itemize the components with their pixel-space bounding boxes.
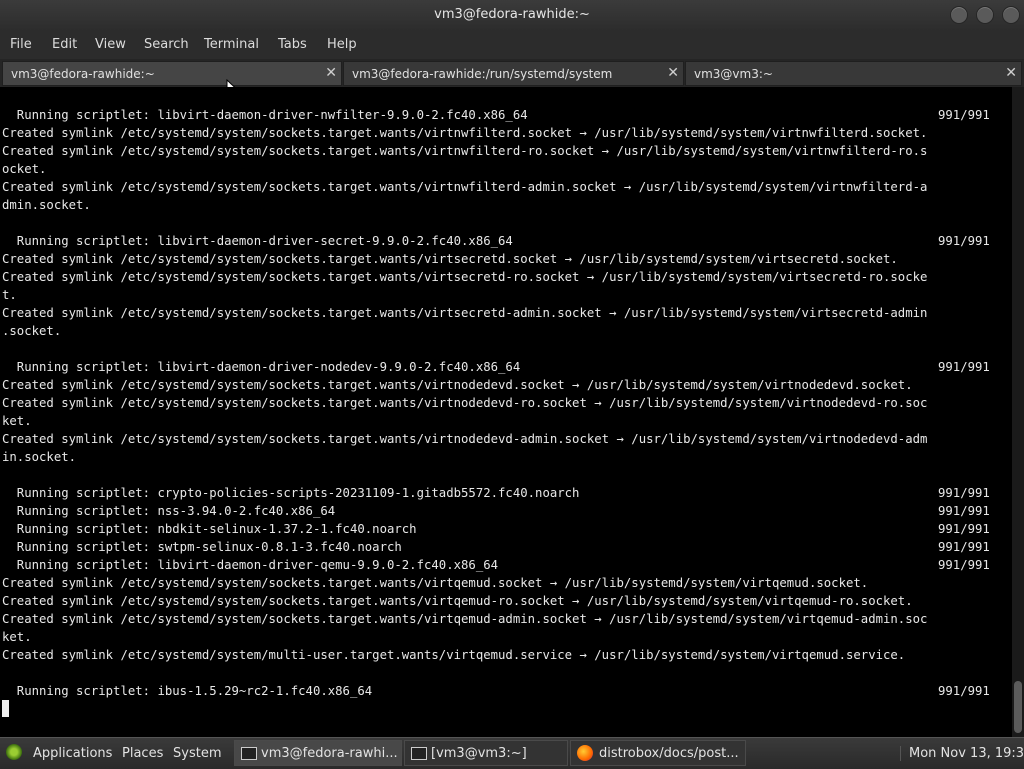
- taskbar: Applications Places System vm3@fedora-ra…: [0, 737, 1024, 769]
- terminal-line: .socket.: [2, 324, 62, 338]
- menu-file[interactable]: File: [10, 37, 32, 52]
- task-label: [vm3@vm3:~]: [431, 746, 527, 761]
- terminal-line: Running scriptlet: crypto-policies-scrip…: [2, 486, 580, 500]
- menu-terminal[interactable]: Terminal: [204, 37, 259, 52]
- progress-counter: 991/991: [938, 360, 990, 374]
- terminal-line: Running scriptlet: nbdkit-selinux-1.37.2…: [2, 522, 417, 536]
- window-title: vm3@fedora-rawhide:~: [434, 7, 590, 22]
- system-menu[interactable]: System: [173, 746, 221, 761]
- tab-label: vm3@fedora-rawhide:~: [11, 67, 155, 81]
- task-label: distrobox/docs/post...: [599, 746, 739, 761]
- terminal-line: Created symlink /etc/systemd/system/sock…: [2, 270, 928, 284]
- places-menu[interactable]: Places: [122, 746, 163, 761]
- terminal-line: Created symlink /etc/systemd/system/sock…: [2, 432, 928, 446]
- tab-2[interactable]: vm3@fedora-rawhide:/run/systemd/system ✕: [343, 61, 684, 86]
- progress-counter: 991/991: [938, 540, 990, 554]
- clock[interactable]: Mon Nov 13, 19:34: [900, 746, 1024, 761]
- window-titlebar[interactable]: vm3@fedora-rawhide:~: [0, 0, 1024, 31]
- menu-view[interactable]: View: [95, 37, 126, 52]
- terminal-line: Running scriptlet: libvirt-daemon-driver…: [2, 558, 499, 572]
- tab-label: vm3@vm3:~: [694, 67, 773, 81]
- menu-search[interactable]: Search: [144, 37, 189, 52]
- terminal-line: Running scriptlet: libvirt-daemon-driver…: [2, 108, 528, 122]
- terminal-line: Created symlink /etc/systemd/system/sock…: [2, 180, 928, 194]
- close-icon[interactable]: ✕: [1005, 65, 1017, 81]
- menu-edit[interactable]: Edit: [52, 37, 77, 52]
- terminal-line: dmin.socket.: [2, 198, 91, 212]
- terminal-line: Created symlink /etc/systemd/system/sock…: [2, 126, 928, 140]
- terminal-scrollbar[interactable]: [1012, 87, 1024, 737]
- terminal-line: in.socket.: [2, 450, 77, 464]
- progress-counter: 991/991: [938, 486, 990, 500]
- fedora-logo-icon[interactable]: [6, 744, 22, 760]
- menubar: File Edit View Search Terminal Tabs Help: [0, 31, 1024, 59]
- terminal-line: Created symlink /etc/systemd/system/sock…: [2, 306, 928, 320]
- terminal-line: Running scriptlet: libvirt-daemon-driver…: [2, 360, 521, 374]
- terminal-line: Created symlink /etc/systemd/system/sock…: [2, 144, 928, 158]
- task-label: vm3@fedora-rawhi...: [261, 746, 398, 761]
- progress-counter: 991/991: [938, 504, 990, 518]
- minimize-button[interactable]: [950, 6, 968, 24]
- terminal-line: Running scriptlet: nss-3.94.0-2.fc40.x86…: [2, 504, 336, 518]
- maximize-button[interactable]: [976, 6, 994, 24]
- terminal-line: Created symlink /etc/systemd/system/sock…: [2, 576, 869, 590]
- tab-label: vm3@fedora-rawhide:/run/systemd/system: [352, 67, 613, 81]
- menu-tabs[interactable]: Tabs: [278, 37, 307, 52]
- terminal-line: ket.: [2, 414, 32, 428]
- terminal-line: Created symlink /etc/systemd/system/sock…: [2, 612, 928, 626]
- task-button-firefox[interactable]: distrobox/docs/post...: [570, 740, 746, 766]
- tab-bar: vm3@fedora-rawhide:~ ✕ vm3@fedora-rawhid…: [0, 59, 1024, 88]
- terminal-line: Created symlink /etc/systemd/system/sock…: [2, 396, 928, 410]
- menu-help[interactable]: Help: [327, 37, 357, 52]
- tab-3[interactable]: vm3@vm3:~ ✕: [685, 61, 1022, 86]
- close-icon[interactable]: ✕: [667, 65, 679, 81]
- terminal-line: Running scriptlet: libvirt-daemon-driver…: [2, 234, 513, 248]
- terminal-icon: [241, 747, 257, 760]
- terminal-line: Running scriptlet: ibus-1.5.29~rc2-1.fc4…: [2, 684, 373, 698]
- progress-counter: 991/991: [938, 522, 990, 536]
- terminal-line: ocket.: [2, 162, 47, 176]
- terminal-line: ket.: [2, 630, 32, 644]
- progress-counter: 991/991: [938, 108, 990, 122]
- close-window-button[interactable]: [1002, 6, 1020, 24]
- progress-counter: 991/991: [938, 558, 990, 572]
- terminal-line: t.: [2, 288, 17, 302]
- terminal-line: Created symlink /etc/systemd/system/mult…: [2, 648, 906, 662]
- progress-counter: 991/991: [938, 684, 990, 698]
- terminal-line: Created symlink /etc/systemd/system/sock…: [2, 594, 913, 608]
- close-icon[interactable]: ✕: [325, 65, 337, 81]
- terminal-output[interactable]: Running scriptlet: libvirt-daemon-driver…: [0, 87, 1024, 737]
- terminal-icon: [411, 747, 427, 760]
- task-button-terminal-1[interactable]: vm3@fedora-rawhi...: [234, 740, 402, 766]
- firefox-icon: [577, 745, 593, 761]
- text-cursor: [2, 700, 9, 717]
- terminal-line: Created symlink /etc/systemd/system/sock…: [2, 252, 898, 266]
- applications-menu[interactable]: Applications: [33, 746, 112, 761]
- scrollbar-thumb[interactable]: [1014, 681, 1022, 733]
- tab-1[interactable]: vm3@fedora-rawhide:~ ✕: [2, 61, 342, 86]
- terminal-line: Created symlink /etc/systemd/system/sock…: [2, 378, 913, 392]
- task-button-terminal-2[interactable]: [vm3@vm3:~]: [404, 740, 568, 766]
- progress-counter: 991/991: [938, 234, 990, 248]
- terminal-line: Running scriptlet: swtpm-selinux-0.8.1-3…: [2, 540, 402, 554]
